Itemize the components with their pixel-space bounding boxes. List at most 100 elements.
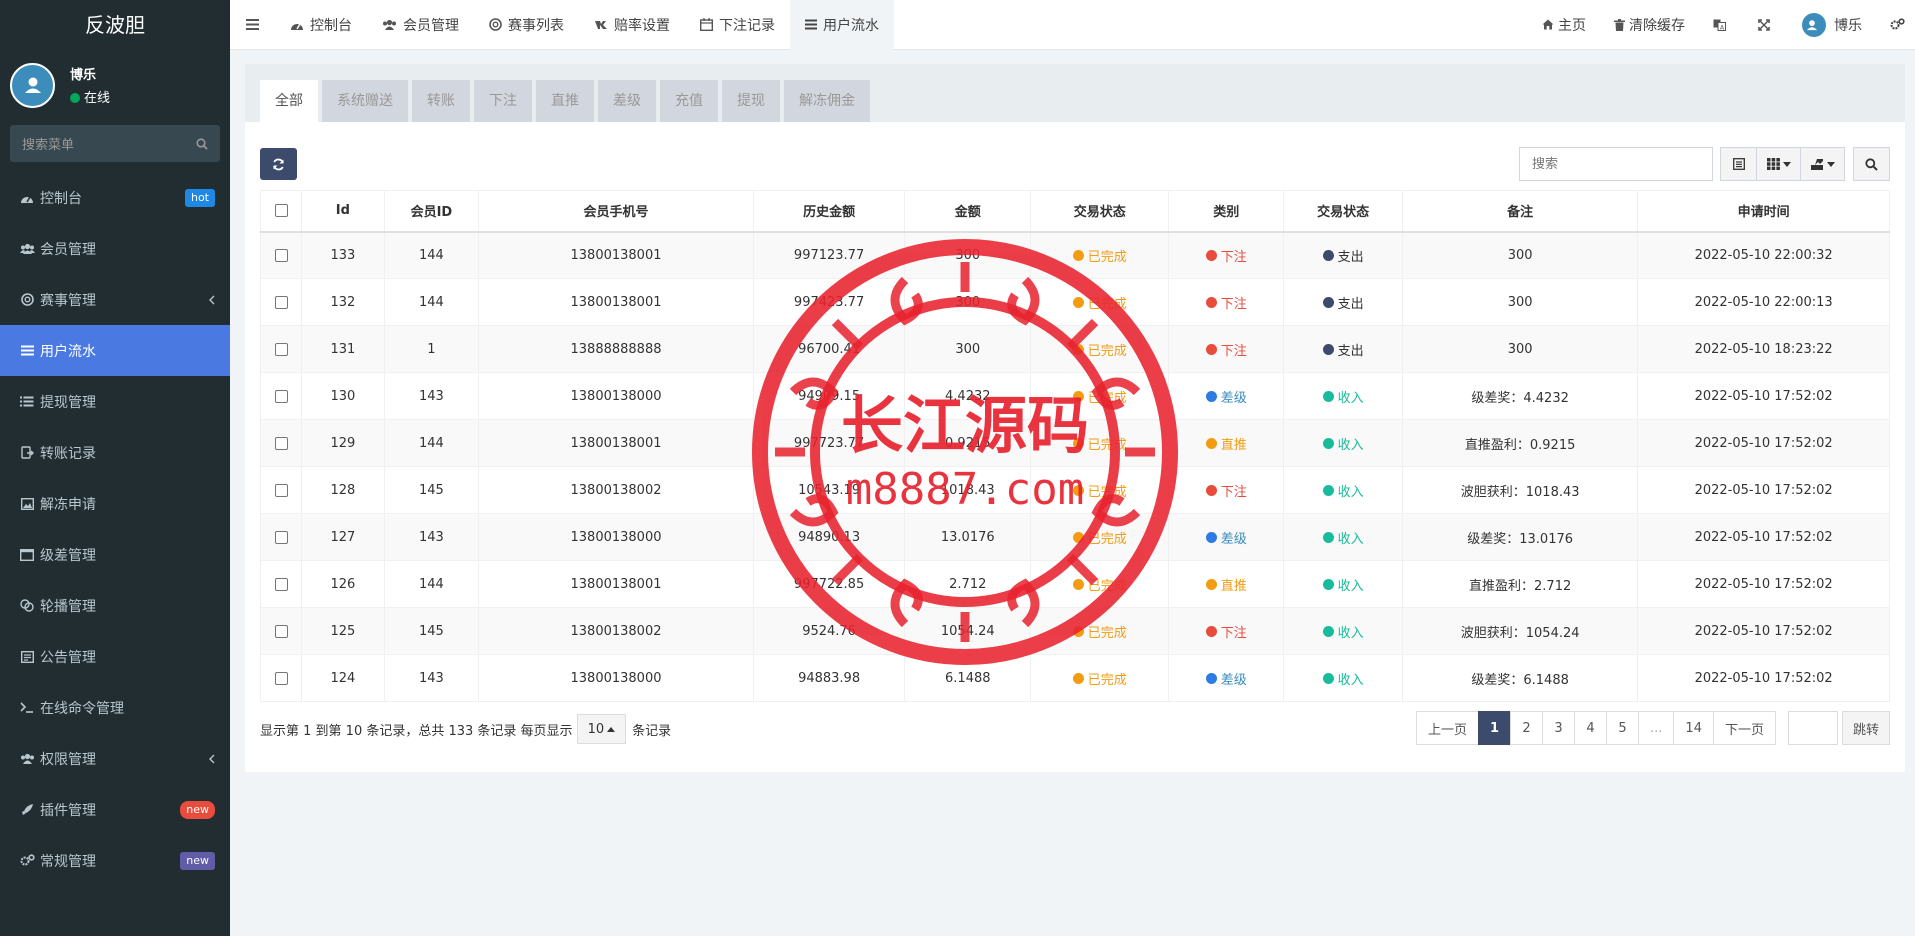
page-button[interactable]: 3 — [1542, 711, 1576, 745]
sidebar-item-command[interactable]: 在线命令管理 — [0, 682, 230, 733]
filter-tabs: 全部 系统赠送 转账 下注 直推 差级 充值 提现 解冻佣金 — [245, 64, 1905, 122]
table-row[interactable]: 124 143 13800138000 94883.98 6.1488 已完成 差级 收入 级差… — [259, 654, 1890, 702]
row-checkbox[interactable] — [274, 577, 288, 591]
row-checkbox[interactable] — [274, 436, 288, 450]
cell-time: 2022-05-10 22:00:32 — [1637, 231, 1890, 279]
table-row[interactable]: 128 145 13800138002 10543.19 1018.43 已完成 下注 收入 波… — [259, 466, 1890, 514]
next-page-button[interactable]: 下一页 — [1712, 711, 1776, 745]
column-header[interactable]: 交易状态 — [1283, 190, 1403, 233]
sidebar-item-events[interactable]: 赛事管理 — [0, 274, 230, 325]
filter-tab-direct[interactable]: 直推 — [536, 80, 594, 122]
sidebar-item-plugins[interactable]: 插件管理 new — [0, 784, 230, 835]
row-checkbox[interactable] — [274, 671, 288, 685]
table-row[interactable]: 126 144 13800138001 997722.85 2.712 已完成 直推 收入 直推… — [259, 560, 1890, 608]
sidebar-item-transfer[interactable]: 转账记录 — [0, 427, 230, 478]
page-button[interactable]: 4 — [1574, 711, 1608, 745]
toggle-view-button[interactable] — [1720, 147, 1757, 181]
table-search-input[interactable] — [1519, 147, 1713, 181]
user-menu-name: 博乐 — [1834, 17, 1862, 34]
filter-tab-system-gift[interactable]: 系统赠送 — [322, 80, 408, 122]
row-checkbox[interactable] — [274, 530, 288, 544]
table-row[interactable]: 131 1 13888888888 96700.41 300 已完成 下注 支出 300 2022… — [259, 325, 1890, 373]
column-header[interactable]: 金额 — [904, 190, 1032, 233]
row-select-cell — [259, 607, 303, 655]
topnav-events[interactable]: 赛事列表 — [474, 0, 579, 50]
clear-cache-button[interactable]: 清除缓存 — [1600, 0, 1699, 50]
table-row[interactable]: 125 145 13800138002 9524.76 1054.24 已完成 下注 收入 波胆… — [259, 607, 1890, 655]
filter-tab-bet[interactable]: 下注 — [474, 80, 532, 122]
cell-id: 127 — [301, 513, 385, 561]
column-header[interactable]: 备注 — [1401, 190, 1639, 233]
filter-tab-transfer[interactable]: 转账 — [412, 80, 470, 122]
cell-status: 已完成 — [1030, 466, 1170, 514]
flow-text: 支出 — [1337, 249, 1364, 265]
row-checkbox[interactable] — [274, 389, 288, 403]
table-row[interactable]: 130 143 13800138000 94909.15 4.4232 已完成 差级 收入 级差… — [259, 372, 1890, 420]
topnav-members[interactable]: 会员管理 — [367, 0, 474, 50]
fullscreen-button[interactable] — [1744, 0, 1788, 50]
settings-button[interactable] — [1876, 0, 1915, 50]
row-checkbox[interactable] — [274, 248, 288, 262]
topnav-bets[interactable]: 下注记录 — [685, 0, 790, 50]
column-header[interactable]: 会员手机号 — [478, 190, 754, 233]
sidebar-item-unfreeze[interactable]: 解冻申请 — [0, 478, 230, 529]
row-checkbox[interactable] — [274, 483, 288, 497]
column-header[interactable]: 会员ID — [383, 190, 480, 233]
export-icon — [1810, 159, 1823, 170]
row-checkbox[interactable] — [274, 342, 288, 356]
sidebar: 反波胆 博乐 在线 搜索菜单 控制台 hot 会员管理 赛事管理 用户流水 提现… — [0, 0, 230, 936]
page-button[interactable]: 5 — [1606, 711, 1640, 745]
topnav-label: 赛事列表 — [508, 17, 564, 34]
user-flow-table: Id 会员ID 会员手机号 历史金额 金额 交易状态 类别 交易状态 备注 申请… — [259, 190, 1890, 702]
sidebar-item-dashboard[interactable]: 控制台 hot — [0, 172, 230, 223]
sidebar-item-user-flow[interactable]: 用户流水 — [0, 325, 230, 376]
export-dropdown-button[interactable] — [1800, 147, 1845, 181]
column-header[interactable]: 申请时间 — [1637, 190, 1890, 233]
filter-tab-unfreeze-commission[interactable]: 解冻佣金 — [784, 80, 870, 122]
sidebar-item-withdraw[interactable]: 提现管理 — [0, 376, 230, 427]
prev-page-button[interactable]: 上一页 — [1415, 711, 1479, 745]
jump-page-input[interactable] — [1787, 711, 1838, 745]
sidebar-item-members[interactable]: 会员管理 — [0, 223, 230, 274]
table-row[interactable]: 127 143 13800138000 94890.13 13.0176 已完成 差级 收入 级… — [259, 513, 1890, 561]
filter-tab-all[interactable]: 全部 — [260, 80, 318, 122]
table-row[interactable]: 133 144 13800138001 997123.77 300 已完成 下注 支出 300 2… — [259, 231, 1890, 279]
table-row[interactable]: 129 144 13800138001 997723.77 0.9215 已完成 直推 收入 直… — [259, 419, 1890, 467]
language-button[interactable]: A — [1699, 0, 1744, 50]
user-menu[interactable]: 博乐 — [1788, 0, 1876, 50]
app-logo[interactable]: 反波胆 — [0, 0, 230, 50]
home-link[interactable]: 主页 — [1528, 0, 1600, 50]
topnav-dashboard[interactable]: 控制台 — [275, 0, 367, 50]
topnav-odds[interactable]: 赔率设置 — [579, 0, 685, 50]
sidebar-search-input[interactable]: 搜索菜单 — [10, 125, 220, 162]
sidebar-item-level-diff[interactable]: 级差管理 — [0, 529, 230, 580]
category-dot-icon — [1205, 531, 1217, 543]
topnav-user-flow[interactable]: 用户流水 — [790, 0, 894, 50]
column-header[interactable]: 交易状态 — [1030, 190, 1170, 233]
jump-button[interactable]: 跳转 — [1841, 711, 1890, 745]
column-header[interactable]: 类别 — [1168, 190, 1285, 233]
row-checkbox[interactable] — [274, 295, 288, 309]
sidebar-item-carousel[interactable]: 轮播管理 — [0, 580, 230, 631]
table-row[interactable]: 132 144 13800138001 997423.77 300 已完成 下注 支出 300 2… — [259, 278, 1890, 326]
select-all-checkbox[interactable] — [274, 204, 288, 218]
columns-dropdown-button[interactable] — [1756, 147, 1801, 181]
refresh-button[interactable] — [260, 148, 297, 180]
sidebar-item-general[interactable]: 常规管理 new — [0, 835, 230, 886]
sidebar-item-permissions[interactable]: 权限管理 — [0, 733, 230, 784]
page-button[interactable]: 1 — [1477, 711, 1512, 745]
cell-amount: 300 — [904, 325, 1032, 373]
column-header[interactable]: 历史金额 — [752, 190, 906, 233]
sidebar-item-notice[interactable]: 公告管理 — [0, 631, 230, 682]
page-button[interactable]: 2 — [1510, 711, 1544, 745]
column-header[interactable]: Id — [301, 190, 385, 233]
sidebar-toggle-button[interactable] — [230, 0, 275, 50]
search-button[interactable] — [1853, 147, 1890, 181]
page-size-dropdown[interactable]: 10 — [576, 714, 627, 744]
filter-tab-withdraw[interactable]: 提现 — [722, 80, 780, 122]
flow-text: 收入 — [1337, 578, 1364, 594]
row-checkbox[interactable] — [274, 624, 288, 638]
page-button[interactable]: 14 — [1673, 711, 1714, 745]
filter-tab-level-diff[interactable]: 差级 — [598, 80, 656, 122]
filter-tab-recharge[interactable]: 充值 — [660, 80, 718, 122]
